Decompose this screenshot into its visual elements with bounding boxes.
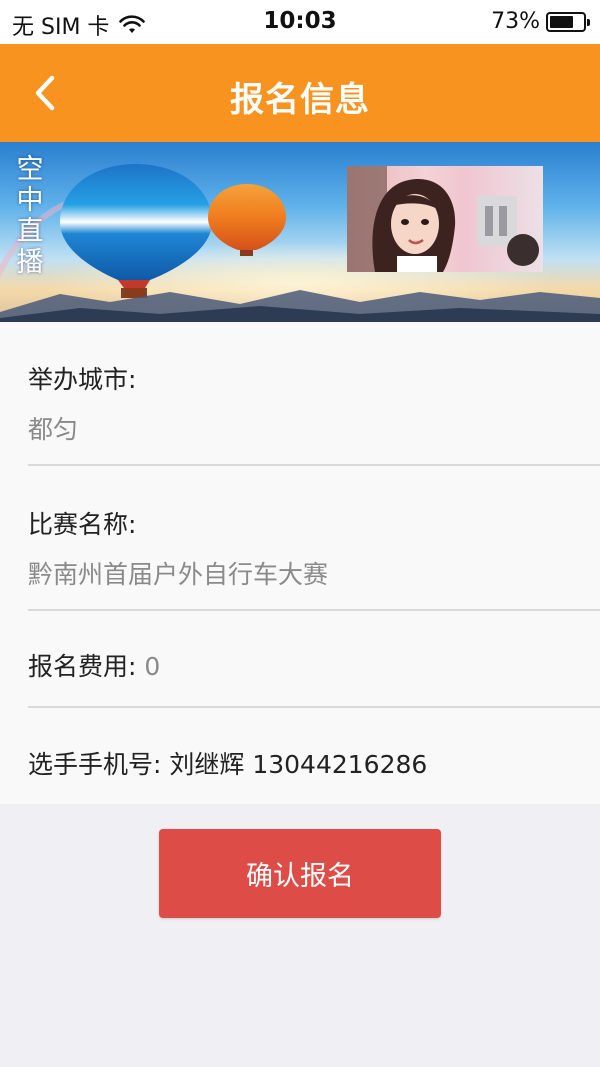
banner-char: 中 (16, 185, 44, 216)
divider (28, 609, 600, 611)
banner-char: 直 (16, 216, 44, 247)
divider (28, 464, 600, 466)
status-bar: 无 SIM 卡 10:03 73% (0, 0, 600, 44)
phone-label: 选手手机号: (28, 750, 162, 779)
banner-image: 空 中 直 播 (0, 142, 600, 322)
divider (28, 706, 600, 708)
battery-group: 73% (491, 9, 590, 34)
fee-value: 0 (144, 652, 161, 681)
battery-fill (550, 15, 573, 28)
city-label: 举办城市: (28, 365, 137, 394)
confirm-register-button[interactable]: 确认报名 (159, 829, 441, 918)
page-title: 报名信息 (230, 80, 370, 120)
event-label: 比赛名称: (28, 510, 137, 539)
field-phone: 选手手机号: 刘继辉 13044216286 (28, 745, 590, 781)
banner-char: 播 (16, 247, 44, 278)
phone-value: 刘继辉 13044216286 (169, 750, 428, 779)
city-value: 都匀 (28, 415, 79, 444)
nav-bar: 报名信息 (0, 44, 600, 142)
battery-percent: 73% (491, 9, 540, 34)
field-city: 举办城市: 都匀 (28, 360, 600, 446)
fee-label: 报名费用: (28, 652, 137, 681)
person-photo-illustration (347, 166, 539, 272)
host-photo (347, 166, 543, 272)
event-value: 黔南州首届户外自行车大赛 (28, 560, 329, 589)
banner-char: 空 (16, 154, 44, 185)
field-fee: 报名费用: 0 (28, 647, 590, 683)
field-event: 比赛名称: 黔南州首届户外自行车大赛 (28, 505, 600, 591)
battery-icon (546, 11, 590, 32)
banner-vertical-text: 空 中 直 播 (12, 154, 48, 278)
